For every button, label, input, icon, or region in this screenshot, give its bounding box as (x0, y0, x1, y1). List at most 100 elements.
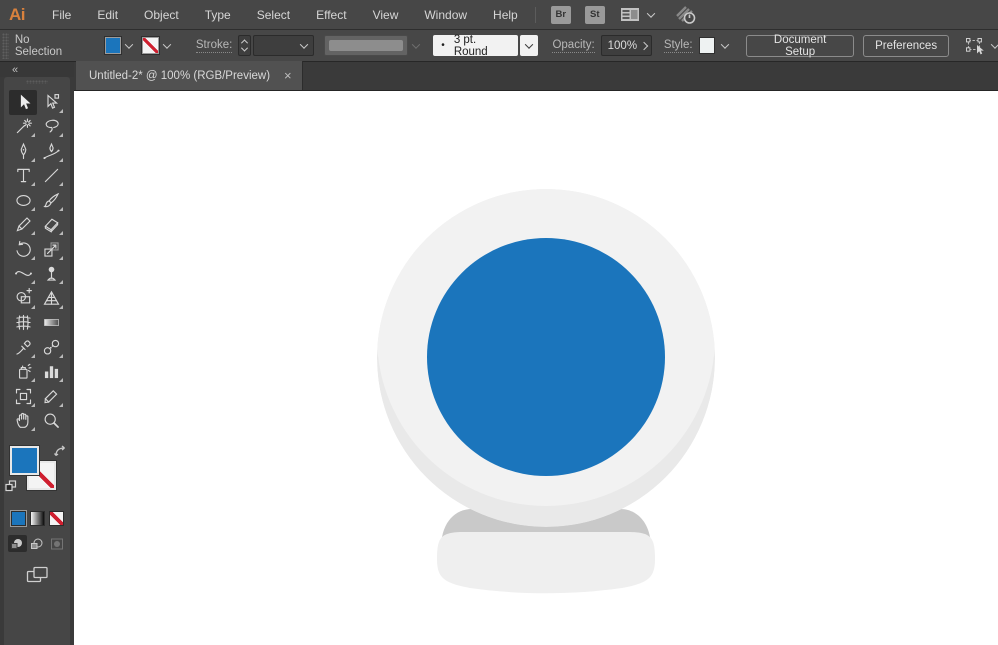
paintbrush-tool-icon (42, 192, 59, 207)
brush-definition-combo[interactable]: • 3 pt. Round (433, 34, 518, 58)
blend-tool[interactable] (37, 335, 65, 360)
workspace-switcher-icon[interactable] (620, 6, 640, 23)
eraser-tool-icon (43, 218, 59, 233)
document-tab-title: Untitled-2* @ 100% (RGB/Preview) (89, 69, 271, 82)
lens-shape (427, 238, 665, 476)
curvature-tool-icon (42, 142, 60, 159)
workspace-chevron-down-icon[interactable] (646, 8, 655, 18)
line-segment-tool-icon (44, 169, 58, 183)
rotate-tool[interactable] (9, 237, 37, 262)
panel-drag-grip[interactable] (26, 80, 48, 84)
illustrator-window: Ai File Edit Object Type Select Effect View Win… (0, 0, 998, 645)
collapse-panel-button[interactable]: « (12, 64, 18, 76)
menu-file[interactable]: File (39, 0, 84, 29)
stock-button[interactable]: St (584, 5, 605, 24)
draw-normal-button[interactable] (7, 535, 27, 552)
type-tool[interactable] (9, 164, 37, 189)
opacity-panel-arrow-icon[interactable] (639, 41, 649, 50)
symbol-sprayer-tool-icon (18, 364, 32, 379)
menubar: Ai File Edit Object Type Select Effect View Win… (0, 0, 998, 30)
power-icon[interactable] (674, 4, 698, 26)
menu-edit[interactable]: Edit (84, 0, 131, 29)
stroke-weight-chevron-icon[interactable] (299, 39, 309, 49)
artboard-tool-icon (15, 388, 31, 404)
draw-behind-button[interactable] (28, 535, 47, 552)
curvature-tool[interactable] (37, 139, 65, 164)
menu-help[interactable]: Help (480, 0, 531, 29)
shape-builder-tool-icon (16, 287, 32, 304)
zoom-tool[interactable] (37, 409, 65, 434)
opacity-field[interactable]: 100% (600, 35, 652, 56)
select-similar-icon[interactable] (965, 37, 987, 55)
opacity-label[interactable]: Opacity: (552, 39, 595, 53)
mesh-tool[interactable] (9, 311, 37, 336)
menu-select[interactable]: Select (244, 0, 303, 29)
change-screen-mode-icon[interactable] (26, 566, 48, 589)
fill-color-swatch[interactable] (103, 36, 123, 55)
direct-selection-tool-icon (46, 93, 59, 109)
column-graph-tool[interactable] (37, 360, 65, 385)
lasso-tool[interactable] (37, 115, 65, 140)
style-chevron-down-icon[interactable] (721, 39, 730, 49)
column-graph-tool-icon (44, 366, 58, 379)
ellipse-tool[interactable] (9, 188, 37, 213)
menu-view[interactable]: View (360, 0, 412, 29)
artboard-canvas[interactable] (74, 91, 998, 645)
menu-effect[interactable]: Effect (303, 0, 359, 29)
stroke-chevron-down-icon[interactable] (162, 39, 172, 49)
line-segment-tool[interactable] (37, 164, 65, 189)
document-setup-button[interactable]: Document Setup (746, 34, 855, 58)
fill-stroke-indicator (4, 445, 70, 499)
scale-tool[interactable] (37, 237, 65, 262)
gradient-button[interactable] (29, 511, 45, 526)
hand-tool[interactable] (9, 409, 37, 434)
stroke-weight-combo[interactable] (253, 35, 314, 56)
fill-indicator-swatch[interactable] (9, 445, 40, 476)
selection-tool-icon (20, 94, 30, 109)
tools-panel-header: « (0, 62, 74, 77)
default-fill-stroke-icon[interactable] (5, 479, 17, 497)
drawing-mode-buttons (7, 535, 67, 552)
menu-type[interactable]: Type (192, 0, 244, 29)
shaper-tool[interactable] (9, 213, 37, 238)
eyedropper-tool[interactable] (9, 335, 37, 360)
menu-object[interactable]: Object (131, 0, 192, 29)
magic-wand-tool[interactable] (9, 115, 37, 140)
shape-builder-tool[interactable] (9, 286, 37, 311)
artboard-tool[interactable] (9, 384, 37, 409)
swap-fill-stroke-icon[interactable] (53, 445, 67, 463)
width-profile-chevron-icon (412, 39, 421, 49)
slice-tool[interactable] (37, 384, 65, 409)
gradient-tool-icon (43, 319, 59, 327)
fill-chevron-down-icon[interactable] (125, 39, 134, 49)
menu-window[interactable]: Window (411, 0, 480, 29)
paintbrush-tool[interactable] (37, 188, 65, 213)
brush-chevron-button[interactable] (519, 35, 539, 56)
eraser-tool[interactable] (37, 213, 65, 238)
direct-selection-tool[interactable] (37, 90, 65, 115)
control-bar: No Selection Stroke: • 3 pt. Round Opaci… (0, 30, 998, 62)
color-button[interactable] (9, 510, 27, 527)
hand-tool-icon (16, 413, 28, 429)
tools-panel: « (0, 62, 74, 645)
perspective-grid-tool[interactable] (37, 286, 65, 311)
select-similar-chevron-icon[interactable] (990, 39, 998, 49)
stroke-color-swatch[interactable] (141, 36, 160, 55)
none-button[interactable] (48, 511, 64, 526)
style-swatch[interactable] (698, 37, 716, 54)
preferences-button[interactable]: Preferences (863, 34, 950, 57)
stroke-label[interactable]: Stroke: (195, 39, 233, 53)
style-label[interactable]: Style: (663, 39, 693, 53)
pen-tool[interactable] (9, 139, 37, 164)
symbol-sprayer-tool[interactable] (9, 360, 37, 385)
width-tool[interactable] (9, 262, 37, 287)
document-tab[interactable]: Untitled-2* @ 100% (RGB/Preview) × (76, 61, 303, 90)
selection-tool[interactable] (9, 90, 37, 115)
puppet-warp-tool[interactable] (37, 262, 65, 287)
bridge-button[interactable]: Br (550, 5, 571, 24)
stroke-weight-stepper[interactable] (238, 35, 252, 56)
stepper-down-icon[interactable] (241, 44, 249, 52)
close-tab-icon[interactable]: × (284, 69, 292, 82)
controlbar-grip[interactable] (2, 32, 9, 59)
gradient-tool[interactable] (37, 311, 65, 336)
